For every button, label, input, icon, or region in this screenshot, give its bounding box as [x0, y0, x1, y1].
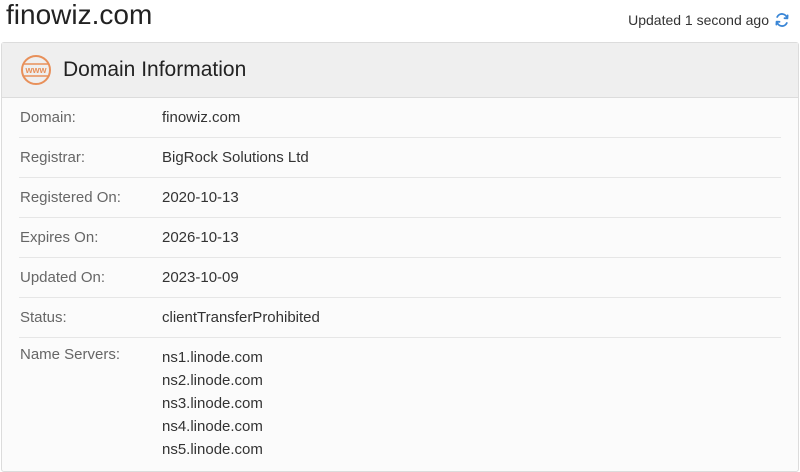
row-value: 2020-10-13	[162, 189, 239, 206]
updated-text: Updated 1 second ago	[628, 12, 769, 28]
row-label: Domain:	[20, 109, 76, 126]
svg-text:www: www	[24, 65, 47, 75]
www-icon: www	[20, 54, 52, 86]
row-value: finowiz.com	[162, 109, 241, 126]
name-server-list: ns1.linode.com ns2.linode.com ns3.linode…	[162, 346, 263, 461]
panel-title: Domain Information	[63, 58, 247, 81]
row-value: BigRock Solutions Ltd	[162, 149, 309, 166]
name-server: ns5.linode.com	[162, 441, 263, 458]
site-title[interactable]: finowiz.com	[6, 0, 152, 32]
updated-status: Updated 1 second ago	[628, 10, 790, 30]
row-label: Name Servers:	[20, 346, 121, 363]
top-bar: finowiz.com Updated 1 second ago	[0, 0, 800, 42]
row-label: Expires On:	[20, 229, 99, 246]
row-label: Status:	[20, 309, 67, 326]
name-server: ns1.linode.com	[162, 349, 263, 366]
row-label: Registrar:	[20, 149, 86, 166]
name-server: ns2.linode.com	[162, 372, 263, 389]
row-value: clientTransferProhibited	[162, 309, 320, 326]
name-server: ns3.linode.com	[162, 395, 263, 412]
info-rows: Domain: finowiz.com Registrar: BigRock S…	[2, 98, 798, 461]
row-registered-on: Registered On: 2020-10-13	[19, 178, 781, 218]
row-label: Registered On:	[20, 189, 121, 206]
domain-info-panel: www Domain Information Domain: finowiz.c…	[1, 42, 799, 472]
row-registrar: Registrar: BigRock Solutions Ltd	[19, 138, 781, 178]
row-value: 2026-10-13	[162, 229, 239, 246]
row-name-servers: Name Servers: ns1.linode.com ns2.linode.…	[19, 338, 781, 461]
panel-header: www Domain Information	[2, 43, 798, 98]
row-status: Status: clientTransferProhibited	[19, 298, 781, 338]
row-updated-on: Updated On: 2023-10-09	[19, 258, 781, 298]
row-value: 2023-10-09	[162, 269, 239, 286]
row-domain: Domain: finowiz.com	[19, 98, 781, 138]
row-expires-on: Expires On: 2026-10-13	[19, 218, 781, 258]
refresh-icon[interactable]	[774, 12, 790, 28]
row-label: Updated On:	[20, 269, 106, 286]
name-server: ns4.linode.com	[162, 418, 263, 435]
